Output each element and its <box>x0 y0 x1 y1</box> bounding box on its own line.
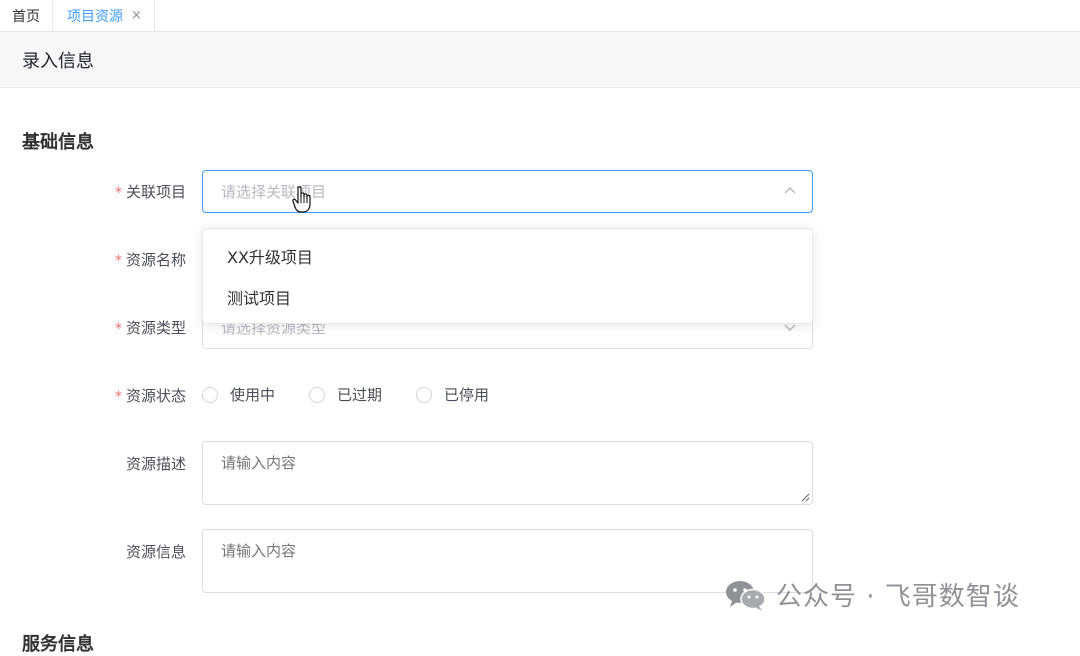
info-label-text: 资源信息 <box>125 543 186 561</box>
page-header: 录入信息 <box>0 32 1080 88</box>
project-dropdown: XX升级项目 测试项目 <box>202 228 813 324</box>
close-icon[interactable]: × <box>131 8 142 23</box>
radio-in-use[interactable]: 使用中 <box>202 384 275 405</box>
tab-project-resources[interactable]: 项目资源 × <box>53 0 155 31</box>
required-mark: * <box>114 185 122 201</box>
required-mark: * <box>114 253 122 269</box>
tab-bar: 首页 项目资源 × <box>0 0 1080 32</box>
radio-expired-label: 已过期 <box>337 386 383 404</box>
radio-circle[interactable] <box>309 386 326 403</box>
dropdown-option[interactable]: 测试项目 <box>203 276 812 317</box>
section-title-basic-info: 基础信息 <box>22 132 94 153</box>
wechat-icon <box>726 580 766 611</box>
resize-grip-icon[interactable] <box>800 492 810 502</box>
required-mark: * <box>114 321 122 337</box>
description-label-text: 资源描述 <box>125 455 186 473</box>
dropdown-option[interactable]: XX升级项目 <box>203 235 812 276</box>
info-label: 资源信息 <box>0 541 186 562</box>
type-label-text: 资源类型 <box>125 319 186 337</box>
section-title-service-info: 服务信息 <box>22 634 94 655</box>
radio-disabled-label: 已停用 <box>444 386 490 404</box>
chevron-up-icon <box>784 187 796 194</box>
status-label: * 资源状态 <box>0 385 186 406</box>
name-label-text: 资源名称 <box>125 251 186 269</box>
tab-home[interactable]: 首页 <box>0 0 53 31</box>
tab-project-resources-label: 项目资源 <box>67 8 123 25</box>
description-label: 资源描述 <box>0 453 186 474</box>
radio-disabled[interactable]: 已停用 <box>416 384 489 405</box>
description-textarea[interactable] <box>202 441 813 505</box>
radio-in-use-label: 使用中 <box>230 386 276 404</box>
info-textarea[interactable] <box>202 529 813 593</box>
radio-expired[interactable]: 已过期 <box>309 384 382 405</box>
hand-cursor-icon <box>292 186 311 213</box>
project-label-text: 关联项目 <box>125 183 186 201</box>
project-label: * 关联项目 <box>0 181 186 202</box>
radio-circle[interactable] <box>416 386 433 403</box>
page-title: 录入信息 <box>22 50 94 72</box>
status-label-text: 资源状态 <box>125 387 186 405</box>
type-label: * 资源类型 <box>0 317 186 338</box>
tab-home-label: 首页 <box>12 8 40 25</box>
name-label: * 资源名称 <box>0 249 186 270</box>
watermark-text: 公众号 · 飞哥数智谈 <box>776 582 1020 612</box>
radio-circle[interactable] <box>202 386 218 403</box>
watermark: 公众号 · 飞哥数智谈 <box>724 576 1020 613</box>
status-radio-group: 使用中 已过期 已停用 <box>202 384 523 405</box>
required-mark: * <box>114 389 122 405</box>
